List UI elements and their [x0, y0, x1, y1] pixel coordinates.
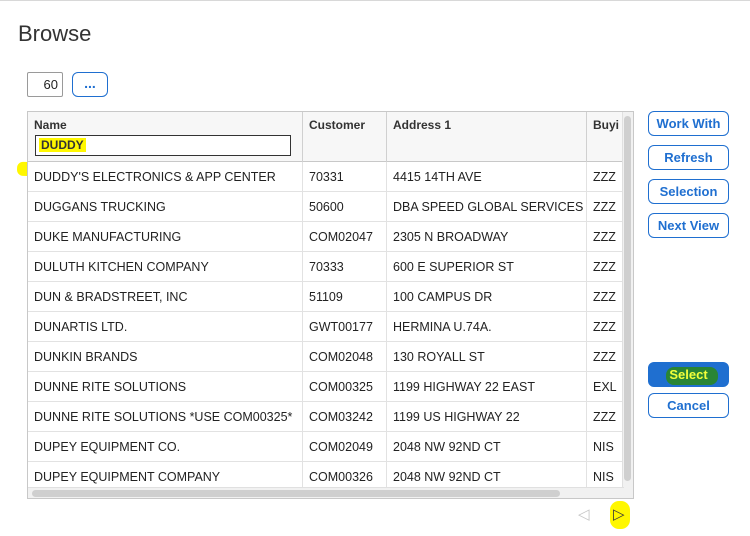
cell-customer: 50600 — [303, 192, 387, 222]
cell-name: DUNNE RITE SOLUTIONS *USE COM00325* — [28, 402, 303, 432]
cell-buyer: NIS — [587, 432, 623, 462]
cell-name: DUDDY'S ELECTRONICS & APP CENTER — [28, 162, 303, 192]
cell-name: DUGGANS TRUCKING — [28, 192, 303, 222]
cell-name: DUKE MANUFACTURING — [28, 222, 303, 252]
browse-grid: Name DUDDY Customer Address 1 Buyi DUDDY… — [27, 111, 634, 499]
table-row[interactable]: DUNKIN BRANDS COM02048 130 ROYALL ST ZZZ — [28, 342, 633, 372]
cell-address: 4415 14TH AVE — [387, 162, 587, 192]
cell-customer: 70333 — [303, 252, 387, 282]
grid-header: Name DUDDY Customer Address 1 Buyi — [28, 112, 633, 162]
vertical-scroll-thumb[interactable] — [624, 116, 631, 481]
column-header-customer[interactable]: Customer — [303, 112, 387, 162]
cell-buyer: ZZZ — [587, 252, 623, 282]
cell-address: HERMINA U.74A. — [387, 312, 587, 342]
column-header-address1[interactable]: Address 1 — [387, 112, 587, 162]
table-row[interactable]: DUN & BRADSTREET, INC 51109 100 CAMPUS D… — [28, 282, 633, 312]
cell-customer: COM02048 — [303, 342, 387, 372]
column-header-buyer[interactable]: Buyi — [587, 112, 623, 162]
rows-count-input[interactable]: 60 — [27, 72, 63, 97]
horizontal-scrollbar[interactable] — [28, 487, 624, 498]
table-row[interactable]: DUPEY EQUIPMENT CO. COM02049 2048 NW 92N… — [28, 432, 633, 462]
cell-name: DUNNE RITE SOLUTIONS — [28, 372, 303, 402]
cell-name: DULUTH KITCHEN COMPANY — [28, 252, 303, 282]
cell-customer: COM03242 — [303, 402, 387, 432]
cell-buyer: ZZZ — [587, 282, 623, 312]
cell-customer: 70331 — [303, 162, 387, 192]
cell-address: 100 CAMPUS DR — [387, 282, 587, 312]
refresh-button[interactable]: Refresh — [648, 145, 729, 170]
cell-customer: COM02049 — [303, 432, 387, 462]
column-label: Name — [34, 118, 67, 132]
horizontal-scroll-thumb[interactable] — [32, 490, 560, 497]
cell-buyer: ZZZ — [587, 312, 623, 342]
triangle-left-icon[interactable]: ◁ — [578, 505, 590, 523]
cell-customer: 51109 — [303, 282, 387, 312]
cell-address: 2305 N BROADWAY — [387, 222, 587, 252]
table-row[interactable]: DUNNE RITE SOLUTIONS *USE COM00325* COM0… — [28, 402, 633, 432]
cell-address: 1199 US HIGHWAY 22 — [387, 402, 587, 432]
next-view-button[interactable]: Next View — [648, 213, 729, 238]
cell-address: 2048 NW 92ND CT — [387, 432, 587, 462]
cell-buyer: ZZZ — [587, 222, 623, 252]
cell-name: DUNARTIS LTD. — [28, 312, 303, 342]
cell-name: DUPEY EQUIPMENT CO. — [28, 432, 303, 462]
cancel-button[interactable]: Cancel — [648, 393, 729, 418]
cell-name: DUNKIN BRANDS — [28, 342, 303, 372]
column-header-name[interactable]: Name DUDDY — [28, 112, 303, 162]
cell-customer: COM00325 — [303, 372, 387, 402]
cell-buyer: EXL — [587, 372, 623, 402]
cell-address: 600 E SUPERIOR ST — [387, 252, 587, 282]
cell-address: 130 ROYALL ST — [387, 342, 587, 372]
cell-buyer: ZZZ — [587, 162, 623, 192]
cell-address: 1199 HIGHWAY 22 EAST — [387, 372, 587, 402]
cell-address: DBA SPEED GLOBAL SERVICES — [387, 192, 587, 222]
cell-buyer: ZZZ — [587, 402, 623, 432]
vertical-scrollbar[interactable] — [622, 112, 633, 498]
page-title: Browse — [18, 21, 92, 46]
filter-value: DUDDY — [39, 138, 86, 152]
cell-customer: GWT00177 — [303, 312, 387, 342]
table-row[interactable]: DUNARTIS LTD. GWT00177 HERMINA U.74A. ZZ… — [28, 312, 633, 342]
table-row[interactable]: DUDDY'S ELECTRONICS & APP CENTER 70331 4… — [28, 162, 633, 192]
cell-customer: COM02047 — [303, 222, 387, 252]
name-filter-input[interactable]: DUDDY — [35, 135, 291, 156]
cell-name: DUN & BRADSTREET, INC — [28, 282, 303, 312]
table-row[interactable]: DUNNE RITE SOLUTIONS COM00325 1199 HIGHW… — [28, 372, 633, 402]
table-row[interactable]: DUKE MANUFACTURING COM02047 2305 N BROAD… — [28, 222, 633, 252]
selection-button[interactable]: Selection — [648, 179, 729, 204]
table-row[interactable]: DUGGANS TRUCKING 50600 DBA SPEED GLOBAL … — [28, 192, 633, 222]
more-options-button[interactable]: ... — [72, 72, 108, 97]
triangle-right-icon[interactable]: ▷ — [613, 505, 625, 523]
select-button-label[interactable]: Select — [648, 362, 729, 387]
cell-buyer: ZZZ — [587, 342, 623, 372]
work-with-button[interactable]: Work With — [648, 111, 729, 136]
cell-buyer: ZZZ — [587, 192, 623, 222]
table-row[interactable]: DULUTH KITCHEN COMPANY 70333 600 E SUPER… — [28, 252, 633, 282]
